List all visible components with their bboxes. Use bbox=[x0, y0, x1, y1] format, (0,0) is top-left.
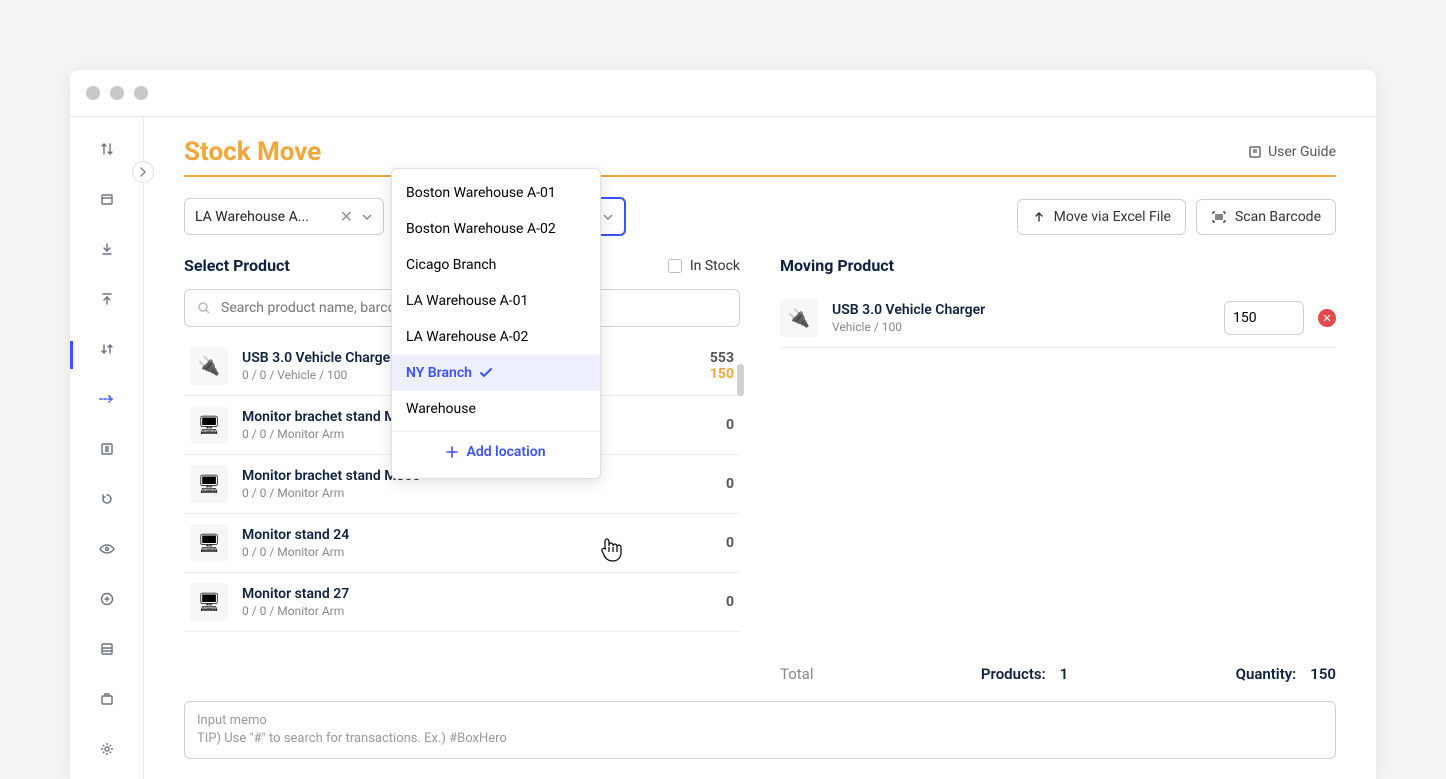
product-thumbnail: 🔌 bbox=[780, 299, 818, 337]
product-qty: 0 bbox=[726, 594, 734, 610]
product-name: Monitor stand 24 bbox=[242, 527, 712, 543]
moving-product-column: Moving Product 🔌 USB 3.0 Vehicle Charger… bbox=[780, 256, 1336, 701]
scan-button-label: Scan Barcode bbox=[1235, 209, 1321, 225]
check-icon bbox=[480, 368, 492, 378]
totals-row: Total Products: 1 Quantity: 150 bbox=[780, 647, 1336, 701]
scan-barcode-button[interactable]: Scan Barcode bbox=[1196, 199, 1336, 235]
book-icon bbox=[1248, 145, 1262, 159]
dropdown-item[interactable]: Warehouse bbox=[392, 391, 600, 427]
active-indicator bbox=[70, 341, 73, 369]
product-info: USB 3.0 Vehicle Charger Vehicle / 100 bbox=[832, 302, 1210, 334]
sidebar bbox=[70, 117, 144, 779]
user-guide-label: User Guide bbox=[1268, 144, 1336, 160]
main-content: Stock Move User Guide LA Warehouse A... … bbox=[144, 117, 1376, 779]
clear-from-icon[interactable]: ✕ bbox=[340, 207, 353, 226]
app-window: Stock Move User Guide LA Warehouse A... … bbox=[70, 70, 1376, 779]
page-title: Stock Move bbox=[184, 137, 321, 167]
in-stock-label: In Stock bbox=[690, 258, 740, 274]
gear-icon[interactable] bbox=[95, 737, 119, 761]
dropdown-item[interactable]: NY Branch bbox=[392, 355, 600, 391]
from-location-select[interactable]: LA Warehouse A... ✕ bbox=[184, 198, 384, 235]
excel-button-label: Move via Excel File bbox=[1054, 209, 1171, 225]
product-meta: Vehicle / 100 bbox=[832, 320, 1210, 334]
move-excel-button[interactable]: Move via Excel File bbox=[1017, 199, 1186, 235]
chevron-down-icon bbox=[361, 213, 373, 221]
columns: Select Product In Stock 🔌 USB 3.0 Vehicl… bbox=[184, 256, 1336, 701]
product-qty: 553150 bbox=[710, 350, 734, 382]
window-min-dot[interactable] bbox=[110, 86, 124, 100]
moving-product-title: Moving Product bbox=[780, 256, 894, 275]
app-body: Stock Move User Guide LA Warehouse A... … bbox=[70, 116, 1376, 779]
remove-button[interactable]: ✕ bbox=[1318, 309, 1336, 327]
memo-placeholder-1: Input memo bbox=[197, 712, 1323, 730]
search-icon bbox=[197, 301, 211, 315]
in-stock-filter[interactable]: In Stock bbox=[668, 258, 740, 274]
download-icon[interactable] bbox=[95, 237, 119, 261]
dropdown-item[interactable]: Boston Warehouse A-01 bbox=[392, 175, 600, 211]
scale-icon[interactable] bbox=[95, 687, 119, 711]
quantity-input[interactable] bbox=[1224, 301, 1304, 335]
dropdown-item[interactable]: Cicago Branch bbox=[392, 247, 600, 283]
quantity-label: Quantity: bbox=[1236, 665, 1297, 683]
add-location-button[interactable]: Add location bbox=[392, 431, 600, 472]
eye-icon[interactable] bbox=[95, 537, 119, 561]
chevron-down-icon bbox=[602, 213, 614, 221]
product-meta: 0 / 0 / Monitor Arm bbox=[242, 604, 712, 618]
product-thumbnail: 🖥 bbox=[190, 465, 228, 503]
product-meta: 0 / 0 / Monitor Arm bbox=[242, 486, 712, 500]
moving-list: 🔌 USB 3.0 Vehicle Charger Vehicle / 100 … bbox=[780, 289, 1336, 348]
select-product-title: Select Product bbox=[184, 256, 290, 275]
control-bar: LA Warehouse A... ✕ NY Branch ✕ Move vi bbox=[184, 197, 1336, 236]
product-row[interactable]: 🖥 Monitor stand 24 0 / 0 / Monitor Arm 0 bbox=[184, 514, 740, 573]
product-qty: 0 bbox=[726, 417, 734, 433]
product-thumbnail: 🖥 bbox=[190, 524, 228, 562]
move-icon[interactable] bbox=[95, 387, 119, 411]
rows-icon[interactable] bbox=[95, 637, 119, 661]
memo-placeholder-2: TIP) Use "#" to search for transactions.… bbox=[197, 730, 1323, 748]
window-max-dot[interactable] bbox=[134, 86, 148, 100]
total-label: Total bbox=[780, 665, 814, 683]
plus-icon bbox=[446, 446, 458, 458]
dropdown-item[interactable]: LA Warehouse A-02 bbox=[392, 319, 600, 355]
moving-row: 🔌 USB 3.0 Vehicle Charger Vehicle / 100 … bbox=[780, 289, 1336, 348]
sort-icon[interactable] bbox=[95, 137, 119, 161]
product-qty: 0 bbox=[726, 476, 734, 492]
scrollbar-thumb[interactable] bbox=[737, 364, 744, 396]
history-icon[interactable] bbox=[95, 487, 119, 511]
titlebar bbox=[70, 70, 1376, 116]
product-thumbnail: 🔌 bbox=[190, 347, 228, 385]
product-thumbnail: 🖥 bbox=[190, 406, 228, 444]
window-close-dot[interactable] bbox=[86, 86, 100, 100]
dropdown-item[interactable]: LA Warehouse A-01 bbox=[392, 283, 600, 319]
product-name: Monitor stand 27 bbox=[242, 586, 712, 602]
page-header: Stock Move User Guide bbox=[184, 137, 1336, 177]
from-location-value: LA Warehouse A... bbox=[195, 209, 332, 225]
add-location-label: Add location bbox=[466, 444, 545, 460]
checkbox-icon[interactable] bbox=[668, 259, 682, 273]
upload-arrow-icon bbox=[1032, 210, 1046, 224]
products-value: 1 bbox=[1060, 665, 1069, 683]
location-dropdown: Boston Warehouse A-01Boston Warehouse A-… bbox=[391, 168, 601, 479]
swap-icon[interactable] bbox=[95, 337, 119, 361]
product-info: Monitor stand 24 0 / 0 / Monitor Arm bbox=[242, 527, 712, 559]
product-info: Monitor stand 27 0 / 0 / Monitor Arm bbox=[242, 586, 712, 618]
upload-icon[interactable] bbox=[95, 287, 119, 311]
product-qty: 0 bbox=[726, 535, 734, 551]
action-buttons: Move via Excel File Scan Barcode bbox=[1017, 199, 1336, 235]
product-name: USB 3.0 Vehicle Charger bbox=[832, 302, 1210, 318]
product-thumbnail: 🖥 bbox=[190, 583, 228, 621]
box-icon[interactable] bbox=[95, 187, 119, 211]
product-row[interactable]: 🖥 Monitor stand 27 0 / 0 / Monitor Arm 0 bbox=[184, 573, 740, 632]
moving-product-header: Moving Product bbox=[780, 256, 1336, 275]
quantity-value: 150 bbox=[1310, 665, 1336, 683]
barcode-icon bbox=[1211, 210, 1227, 224]
memo-input[interactable]: Input memo TIP) Use "#" to search for tr… bbox=[184, 701, 1336, 759]
user-guide-link[interactable]: User Guide bbox=[1248, 144, 1336, 160]
product-meta: 0 / 0 / Monitor Arm bbox=[242, 545, 712, 559]
dropdown-item[interactable]: Boston Warehouse A-02 bbox=[392, 211, 600, 247]
products-label: Products: bbox=[981, 665, 1046, 683]
list-icon[interactable] bbox=[95, 437, 119, 461]
plus-circle-icon[interactable] bbox=[95, 587, 119, 611]
